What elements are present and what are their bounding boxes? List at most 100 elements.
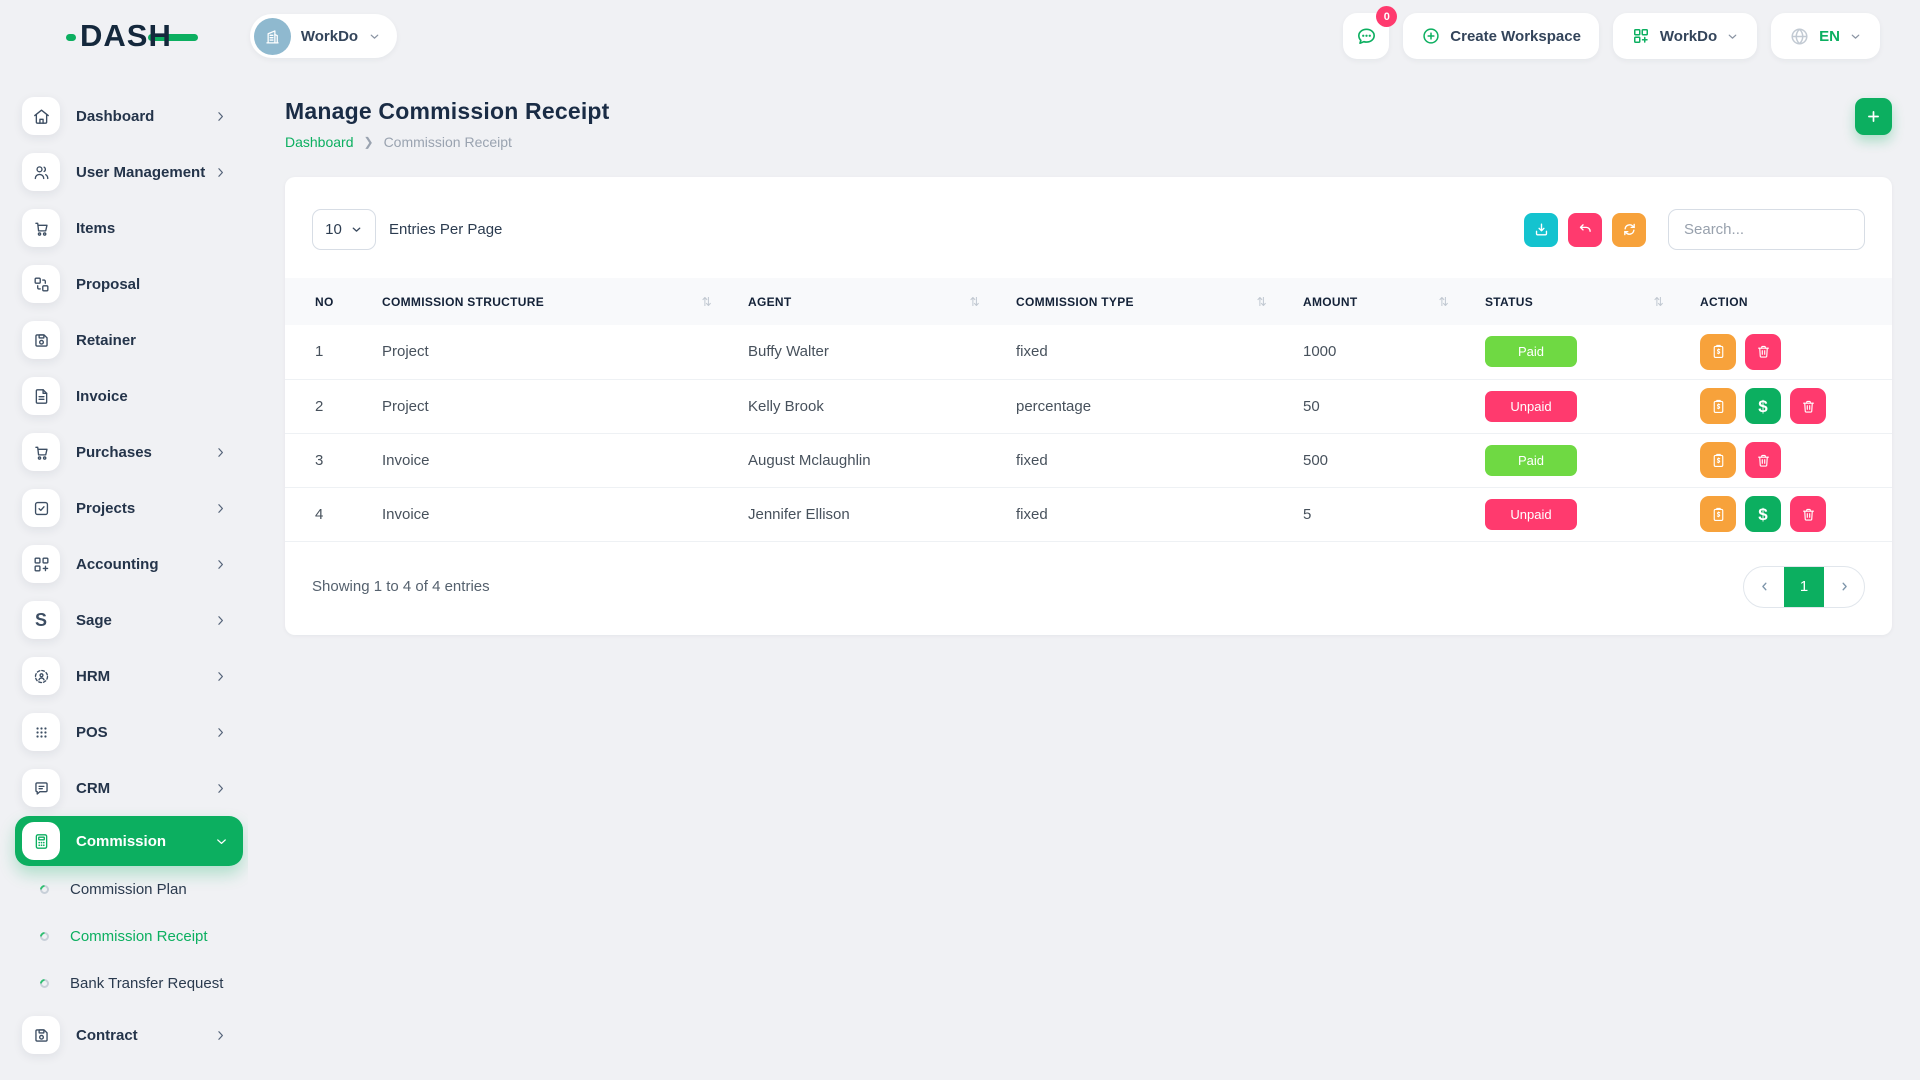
plus-circle-icon <box>1421 26 1441 46</box>
add-commission-receipt-button[interactable] <box>1855 98 1892 135</box>
save-icon <box>22 321 60 359</box>
crm-icon <box>22 769 60 807</box>
clipboard-dollar-icon <box>1710 452 1727 469</box>
status-badge[interactable]: Unpaid <box>1485 499 1577 530</box>
delete-button[interactable] <box>1790 388 1826 424</box>
cell-action: $ <box>1699 487 1892 541</box>
entries-summary: Showing 1 to 4 of 4 entries <box>312 578 490 595</box>
receipt-button[interactable] <box>1700 496 1736 532</box>
sidebar-item-label: Sage <box>76 612 213 629</box>
sidebar-item-accounting[interactable]: Accounting <box>22 536 230 592</box>
breadcrumb-dashboard-link[interactable]: Dashboard <box>285 134 354 150</box>
dollar-icon: $ <box>1758 398 1767 415</box>
pay-button[interactable]: $ <box>1745 388 1781 424</box>
bullet-icon <box>38 930 51 943</box>
grid-plus-icon <box>1631 26 1651 46</box>
delete-button[interactable] <box>1745 442 1781 478</box>
entries-per-page-select[interactable]: 10 <box>312 209 376 250</box>
cell-type: fixed <box>1015 487 1302 541</box>
export-button[interactable] <box>1524 213 1558 247</box>
search-input[interactable] <box>1668 209 1865 250</box>
create-workspace-button[interactable]: Create Workspace <box>1403 13 1599 59</box>
undo-icon <box>1577 221 1594 238</box>
receipt-button[interactable] <box>1700 442 1736 478</box>
table-controls: 10 Entries Per Page <box>285 209 1892 250</box>
cart-icon <box>22 209 60 247</box>
sidebar-item-label: Retainer <box>76 332 230 349</box>
column-header-agent[interactable]: AGENT⇅ <box>747 278 1015 325</box>
sidebar-item-label: Dashboard <box>76 108 213 125</box>
reset-button[interactable] <box>1568 213 1602 247</box>
cell-action: $ <box>1699 379 1892 433</box>
workspace-switcher[interactable]: WorkDo <box>250 14 397 58</box>
sort-icon[interactable]: ⇅ <box>702 295 712 309</box>
sidebar-item-purchases[interactable]: Purchases <box>22 424 230 480</box>
logo-text: DASH <box>80 18 172 54</box>
sidebar-item-dashboard[interactable]: Dashboard <box>22 88 230 144</box>
sidebar-item-sage[interactable]: SSage <box>22 592 230 648</box>
pagination-page-current[interactable]: 1 <box>1784 567 1824 607</box>
cell-type: fixed <box>1015 325 1302 379</box>
messages-button[interactable]: 0 <box>1343 13 1389 59</box>
trash-icon <box>1800 506 1817 523</box>
check-icon <box>22 489 60 527</box>
entries-per-page-label: Entries Per Page <box>389 221 502 238</box>
delete-button[interactable] <box>1790 496 1826 532</box>
sort-icon[interactable]: ⇅ <box>1439 295 1449 309</box>
sidebar-item-label: Accounting <box>76 556 213 573</box>
column-header-commission-type[interactable]: COMMISSION TYPE⇅ <box>1015 278 1302 325</box>
chevron-down-icon <box>214 834 229 849</box>
sidebar-subitem-commission-plan[interactable]: Commission Plan <box>22 866 248 913</box>
sidebar-item-hrm[interactable]: HRM <box>22 648 230 704</box>
status-badge[interactable]: Paid <box>1485 445 1577 476</box>
brand-logo[interactable]: DASH <box>66 18 198 54</box>
status-badge[interactable]: Unpaid <box>1485 391 1577 422</box>
sidebar-subitem-commission-receipt[interactable]: Commission Receipt <box>22 913 248 960</box>
sort-icon[interactable]: ⇅ <box>970 295 980 309</box>
trash-icon <box>1755 343 1772 360</box>
sidebar-item-crm[interactable]: CRM <box>22 760 230 816</box>
column-header-status[interactable]: STATUS⇅ <box>1484 278 1699 325</box>
commission-receipt-panel: 10 Entries Per Page <box>285 177 1892 635</box>
pagination-next-button[interactable] <box>1824 567 1864 607</box>
sidebar-item-pos[interactable]: POS <box>22 704 230 760</box>
sidebar-item-projects[interactable]: Projects <box>22 480 230 536</box>
sidebar-item-proposal[interactable]: Proposal <box>22 256 230 312</box>
column-header-amount[interactable]: AMOUNT⇅ <box>1302 278 1484 325</box>
sidebar-item-contract[interactable]: Contract <box>22 1007 230 1063</box>
page-header: Manage Commission Receipt Dashboard ❯ Co… <box>285 98 1892 150</box>
chevron-right-icon <box>213 725 228 740</box>
pagination-prev-button[interactable] <box>1744 567 1784 607</box>
refresh-icon <box>1621 221 1638 238</box>
sidebar-item-label: Items <box>76 220 230 237</box>
sidebar-subitem-bank-transfer-request[interactable]: Bank Transfer Request <box>22 960 248 1007</box>
bullet-icon <box>38 977 51 990</box>
entries-per-page-value: 10 <box>325 221 342 238</box>
chevron-down-icon <box>1849 30 1862 43</box>
sidebar-item-retainer[interactable]: Retainer <box>22 312 230 368</box>
refresh-button[interactable] <box>1612 213 1646 247</box>
receipt-button[interactable] <box>1700 334 1736 370</box>
sort-icon[interactable]: ⇅ <box>1257 295 1267 309</box>
receipt-button[interactable] <box>1700 388 1736 424</box>
sidebar-item-user-management[interactable]: User Management <box>22 144 230 200</box>
sidebar-item-label: Purchases <box>76 444 213 461</box>
sidebar-item-items[interactable]: Items <box>22 200 230 256</box>
page-title: Manage Commission Receipt <box>285 98 610 125</box>
table-footer: Showing 1 to 4 of 4 entries 1 <box>285 542 1892 635</box>
status-badge[interactable]: Paid <box>1485 336 1577 367</box>
column-header-commission-structure[interactable]: COMMISSION STRUCTURE⇅ <box>381 278 747 325</box>
doc-icon <box>22 377 60 415</box>
pay-button[interactable]: $ <box>1745 496 1781 532</box>
cell-agent: Buffy Walter <box>747 325 1015 379</box>
sort-icon[interactable]: ⇅ <box>1654 295 1664 309</box>
delete-button[interactable] <box>1745 334 1781 370</box>
language-selector[interactable]: EN <box>1771 13 1880 59</box>
breadcrumb: Dashboard ❯ Commission Receipt <box>285 134 610 150</box>
app-menu-button[interactable]: WorkDo <box>1613 13 1757 59</box>
sidebar-item-commission[interactable]: Commission <box>15 816 243 866</box>
chevron-right-icon <box>213 557 228 572</box>
sidebar-subitem-label: Commission Plan <box>70 881 187 898</box>
sidebar-item-invoice[interactable]: Invoice <box>22 368 230 424</box>
cell-amount: 50 <box>1302 379 1484 433</box>
